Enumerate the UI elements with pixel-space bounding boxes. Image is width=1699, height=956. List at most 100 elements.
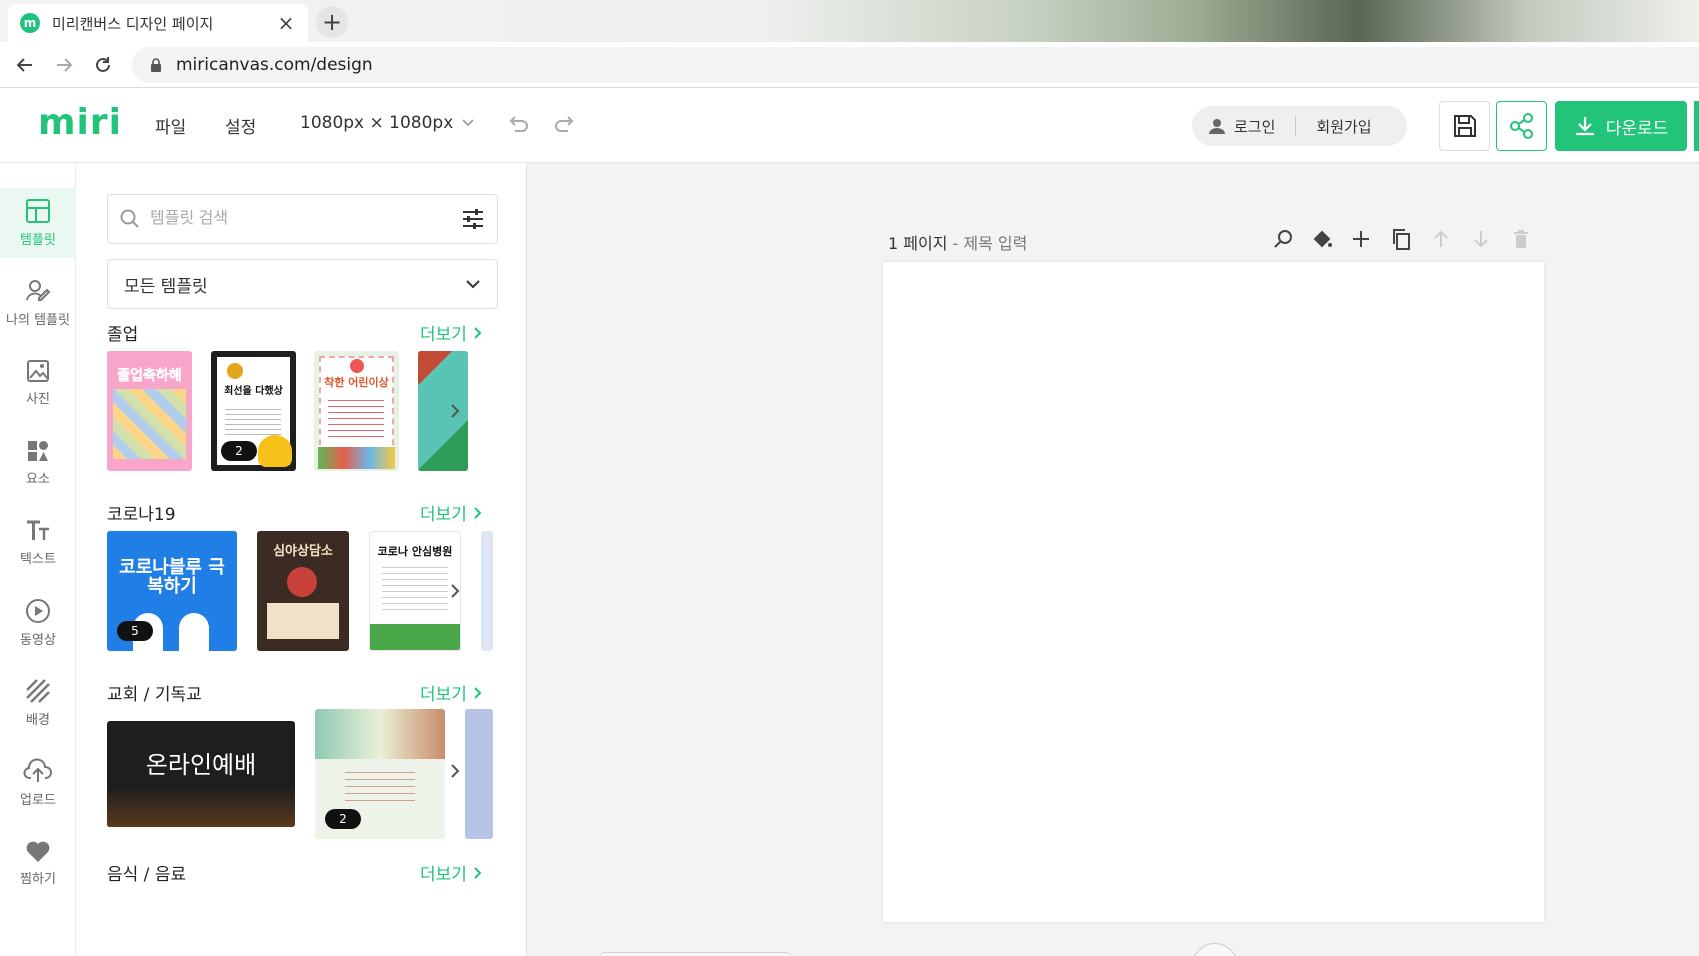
add-page-button[interactable] [1347,225,1375,253]
url-bar[interactable]: miricanvas.com/design [132,47,1699,83]
elements-icon [28,441,48,461]
more-link[interactable]: 더보기 [420,500,483,525]
bottom-toolbar[interactable] [599,952,791,956]
more-link[interactable]: 더보기 [420,680,483,705]
favicon-icon: m [20,13,40,33]
save-button[interactable] [1439,101,1490,151]
my-template-icon [26,280,51,301]
carousel-next-button[interactable] [442,578,468,604]
canvas-workspace: 1 페이지 - 제목 입력 [527,163,1699,956]
rail-item-video[interactable]: 동영상 [0,588,76,658]
page-label[interactable]: 1 페이지 - 제목 입력 [888,230,1027,254]
thumb-lines [345,771,415,801]
back-icon[interactable] [8,48,42,82]
tab-close-icon[interactable]: × [276,11,296,35]
carousel-next-button[interactable] [442,398,468,424]
lock-icon [151,58,161,72]
rail-item-elements[interactable]: 요소 [0,428,76,498]
filter-icon[interactable] [461,208,485,230]
rail-item-photo[interactable]: 사진 [0,348,76,418]
url-text: miricanvas.com/design [176,55,373,75]
move-down-button[interactable] [1467,225,1495,253]
browser-tab-bar: m 미리캔버스 디자인 페이지 × + [0,0,1699,42]
rail-item-upload[interactable]: 업로드 [0,748,76,818]
more-link[interactable]: 더보기 [420,860,483,885]
thumb-text: 최선을 다했상 [224,386,283,397]
rail-item-template[interactable]: 템플릿 [0,188,76,258]
move-up-button[interactable] [1427,225,1455,253]
rail-item-my-template[interactable]: 나의 템플릿 [0,268,76,338]
thumb-lines [382,566,448,610]
miri-logo[interactable]: miri [38,102,122,143]
thumb-note [267,603,339,639]
rail-label: 찜하기 [20,872,56,887]
menu-settings[interactable]: 설정 [225,113,256,138]
rail-item-favorites[interactable]: 찜하기 [0,828,76,898]
template-thumbnail[interactable] [465,709,493,839]
template-panel: 모든 템플릿 졸업 더보기 졸업축하해 최선을 다했상 2 착한 어린이상 코로… [76,163,527,956]
fill-button[interactable] [1308,225,1336,253]
undo-icon[interactable] [505,112,531,138]
browser-tab[interactable]: m 미리캔버스 디자인 페이지 × [8,4,308,42]
more-label: 더보기 [420,325,467,345]
hide-button[interactable] [1269,225,1297,253]
canvas-size-select[interactable]: 1080px × 1080px [300,113,475,133]
template-thumbnail[interactable]: 2 [315,709,445,839]
template-thumbnail[interactable]: 온라인예배 [107,721,295,827]
new-tab-button[interactable]: + [316,6,348,38]
copy-icon [1393,229,1410,250]
page-title-input[interactable]: - 제목 입력 [953,234,1028,253]
zoom-button[interactable] [1192,943,1238,956]
thumb-text: 착한 어린이상 [324,376,389,389]
template-thumbnail[interactable]: 심야상담소 [257,531,349,651]
more-link[interactable]: 더보기 [420,320,483,345]
template-thumbnail[interactable]: 최선을 다했상 2 [211,351,296,471]
template-thumbnail[interactable]: 졸업축하해 [107,351,192,471]
search-input[interactable] [150,210,461,228]
design-page[interactable] [883,262,1544,922]
forward-icon[interactable] [47,48,81,82]
template-thumbnail[interactable]: 착한 어린이상 [314,351,399,471]
thumb-person [179,613,209,651]
template-icon [26,199,50,223]
thumb-art [107,787,295,827]
trash-icon [1514,230,1528,248]
chevron-right-icon [451,764,460,778]
edge-button[interactable] [1694,101,1699,151]
download-label: 다운로드 [1605,118,1669,139]
template-thumbnail[interactable] [481,531,493,651]
template-search[interactable] [107,194,498,244]
rail-label: 텍스트 [20,552,56,567]
thumb-person [287,567,317,597]
login-button[interactable]: 로그인 [1234,116,1275,137]
thumb-text: 심야상담소 [273,544,333,559]
rail-item-text[interactable]: 텍스트 [0,508,76,578]
section-title-church: 교회 / 기독교 [107,685,202,705]
copy-page-button[interactable] [1387,225,1415,253]
delete-page-button[interactable] [1507,225,1535,253]
signup-button[interactable]: 회원가입 [1316,116,1371,137]
user-icon [1209,119,1225,134]
template-thumbnail[interactable]: 코로나블루 극복하기 5 [107,531,237,651]
photo-icon [27,360,49,382]
share-button[interactable] [1496,101,1547,151]
section-title-corona: 코로나19 [107,505,176,525]
template-category-select[interactable]: 모든 템플릿 [107,259,498,309]
redo-icon[interactable] [552,112,578,138]
rail-label: 배경 [26,713,50,728]
rail-item-background[interactable]: 배경 [0,668,76,738]
download-icon [1575,117,1594,136]
medal-icon [227,363,243,379]
carousel-next-button[interactable] [442,758,468,784]
menu-file[interactable]: 파일 [155,113,186,138]
reload-icon[interactable] [86,48,120,82]
page-count-badge: 5 [117,621,153,641]
page-number: 1 페이지 [888,234,948,253]
arrow-up-icon [1434,230,1448,247]
ribbon-icon [350,359,364,373]
thumb-lines [225,405,281,435]
download-button[interactable]: 다운로드 [1555,101,1687,151]
plus-icon [1353,231,1369,247]
app-header: miri 파일 설정 1080px × 1080px 로그인 회원가입 다운로드 [0,88,1699,163]
more-label: 더보기 [420,865,467,885]
